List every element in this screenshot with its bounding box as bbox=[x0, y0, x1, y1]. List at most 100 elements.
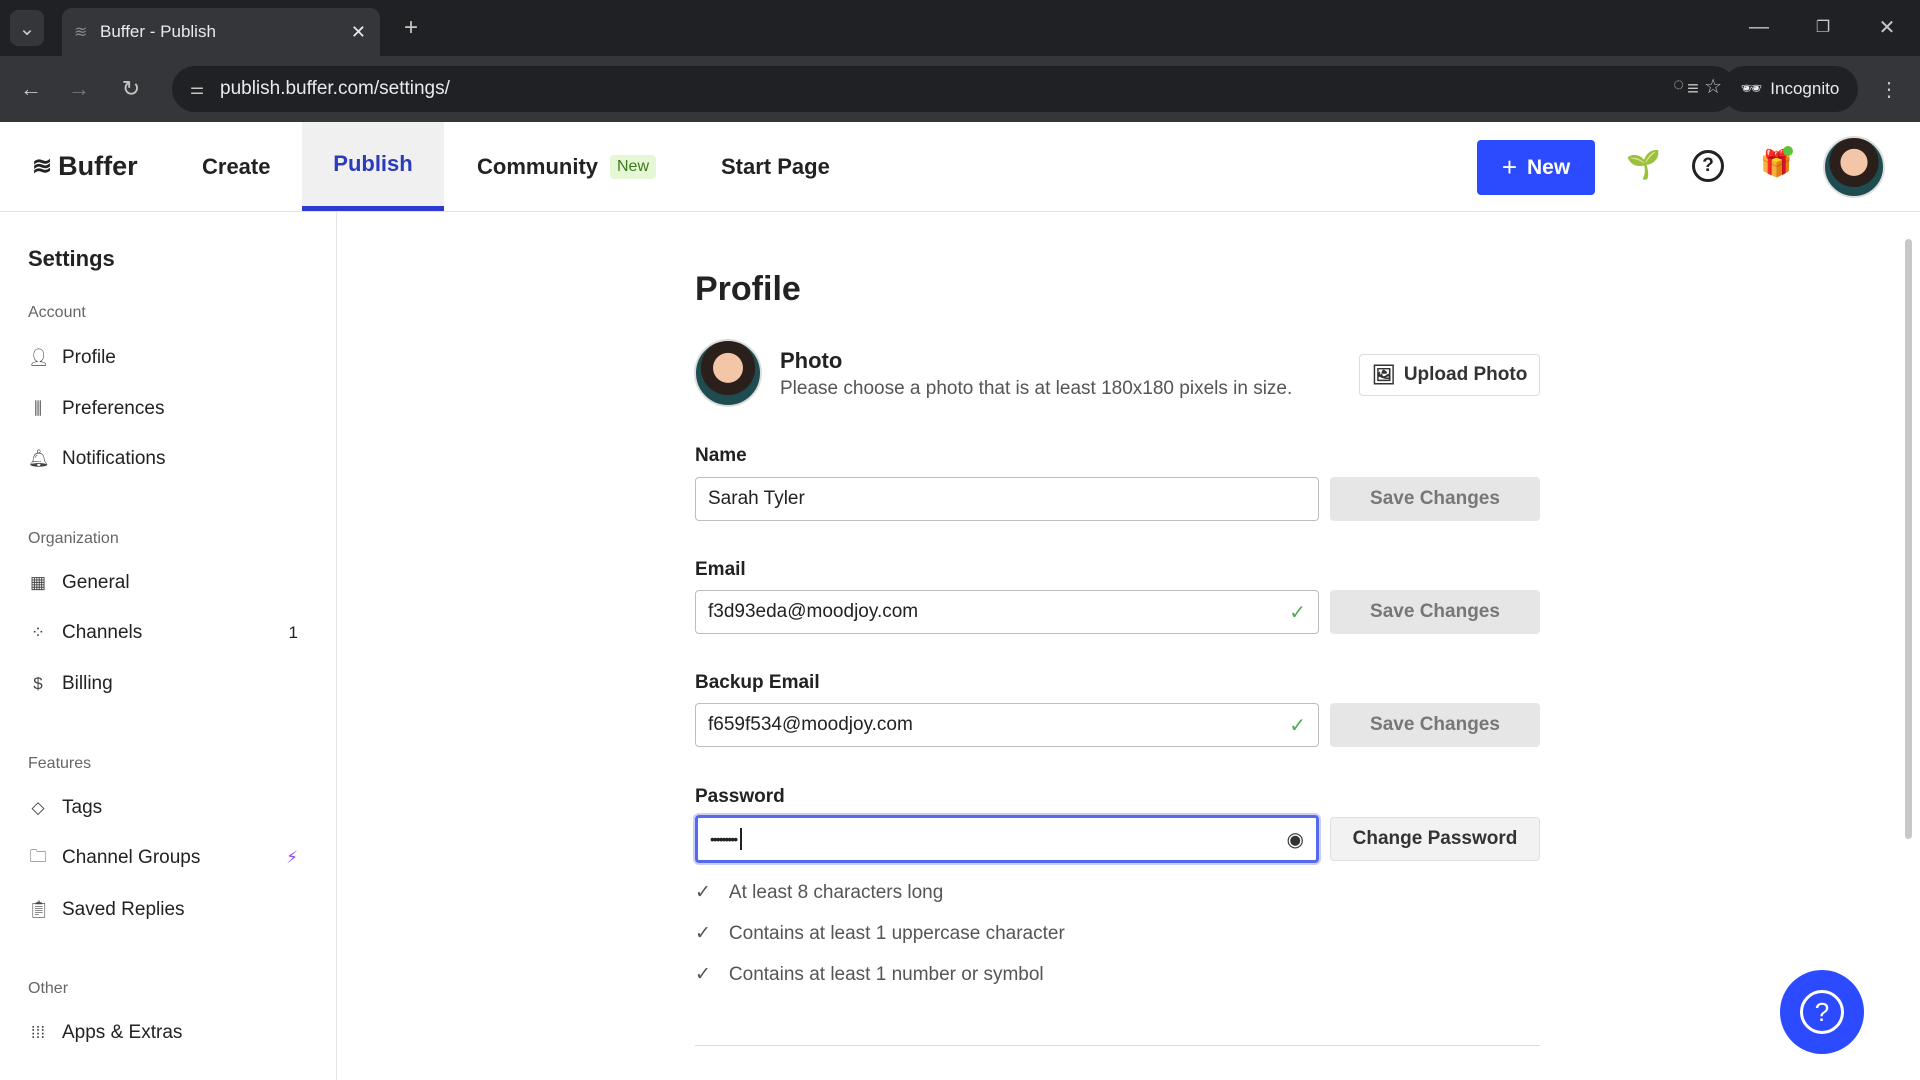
nav-publish[interactable]: Publish bbox=[302, 122, 444, 211]
new-tab-icon[interactable]: + bbox=[396, 12, 426, 44]
new-label: New bbox=[1527, 156, 1570, 180]
user-avatar[interactable] bbox=[1823, 136, 1885, 198]
save-label: Save Changes bbox=[1370, 714, 1500, 736]
password-rule: ✓Contains at least 1 uppercase character bbox=[695, 922, 1065, 945]
sidebar-item-channels[interactable]: ⁘Channels1 bbox=[28, 618, 298, 648]
name-label: Name bbox=[695, 445, 747, 467]
buffer-logo-icon: ≋ bbox=[32, 152, 52, 181]
section-divider bbox=[695, 1045, 1540, 1046]
profile-photo bbox=[694, 339, 762, 407]
new-badge: New bbox=[610, 155, 656, 179]
building-icon: ▦ bbox=[28, 573, 48, 593]
buffer-favicon-icon: ≋ bbox=[74, 22, 87, 42]
url-bar[interactable]: ⚌ publish.buffer.com/settings/ ◌ ☆ bbox=[172, 66, 1736, 112]
save-email-button[interactable]: Save Changes bbox=[1330, 590, 1540, 634]
incognito-icon: 🕶 bbox=[1741, 79, 1763, 99]
upload-label: Upload Photo bbox=[1404, 364, 1527, 386]
change-password-label: Change Password bbox=[1353, 828, 1518, 850]
logo-text: Buffer bbox=[58, 151, 138, 182]
item-label: Notifications bbox=[62, 448, 166, 470]
forward-icon[interactable]: → bbox=[62, 66, 96, 112]
check-icon: ✓ bbox=[695, 881, 711, 904]
change-password-button[interactable]: Change Password bbox=[1330, 817, 1540, 861]
check-icon: ✓ bbox=[695, 963, 711, 986]
sidebar-item-apps-extras[interactable]: ⁞⁞⁞Apps & Extras bbox=[28, 1018, 298, 1048]
dollar-icon: $ bbox=[28, 674, 48, 694]
sidebar-item-saved-replies[interactable]: 📋︎ Saved Replies bbox=[28, 895, 298, 925]
sidebar-item-notifications[interactable]: 🔔︎ Notifications bbox=[28, 444, 298, 474]
password-label: Password bbox=[695, 786, 785, 808]
text-cursor bbox=[740, 828, 742, 850]
incognito-label: Incognito bbox=[1770, 79, 1839, 99]
close-tab-icon[interactable]: ✕ bbox=[351, 22, 366, 43]
browser-tab-strip: ⌄ ≋ Buffer - Publish ✕ + — ❐ ✕ bbox=[0, 0, 1920, 56]
password-input[interactable]: ••••••••• ◉ bbox=[695, 815, 1319, 863]
nav-label: Start Page bbox=[721, 154, 830, 180]
notification-dot bbox=[1783, 146, 1793, 156]
item-label: Channel Groups bbox=[62, 847, 200, 869]
tab-search-icon[interactable]: ⌄ bbox=[10, 10, 44, 46]
close-window-icon[interactable]: ✕ bbox=[1872, 10, 1902, 44]
clipboard-icon: 📋︎ bbox=[28, 900, 48, 920]
nav-label: Community bbox=[477, 154, 598, 180]
backup-email-label: Backup Email bbox=[695, 672, 820, 694]
email-value: f3d93eda@moodjoy.com bbox=[708, 601, 918, 623]
sidebar-item-channel-groups[interactable]: 🗀Channel Groups⚡︎ bbox=[28, 843, 298, 873]
nav-create[interactable]: Create bbox=[202, 122, 270, 211]
browser-tab[interactable]: ≋ Buffer - Publish ✕ bbox=[62, 8, 380, 56]
browser-menu-icon[interactable]: ⋮ bbox=[1874, 72, 1904, 106]
save-label: Save Changes bbox=[1370, 601, 1500, 623]
help-chat-button[interactable]: ? bbox=[1780, 970, 1864, 1054]
save-name-button[interactable]: Save Changes bbox=[1330, 477, 1540, 521]
upload-photo-button[interactable]: 🖼︎ Upload Photo bbox=[1359, 354, 1540, 396]
channels-count: 1 bbox=[289, 623, 298, 643]
question-icon: ? bbox=[1800, 990, 1844, 1034]
check-icon: ✓ bbox=[1289, 600, 1306, 625]
site-info-icon[interactable]: ⚌ bbox=[182, 74, 212, 104]
item-label: Billing bbox=[62, 673, 113, 695]
minimize-icon[interactable]: — bbox=[1744, 10, 1774, 44]
nav-label: Create bbox=[202, 154, 270, 180]
sidebar-item-tags[interactable]: ◇Tags bbox=[28, 793, 298, 823]
nav-start-page[interactable]: Start Page bbox=[721, 122, 830, 211]
sidebar-item-billing[interactable]: $ Billing bbox=[28, 669, 298, 699]
incognito-indicator[interactable]: 🕶 Incognito bbox=[1722, 66, 1858, 112]
item-label: Saved Replies bbox=[62, 899, 185, 921]
section-features: Features bbox=[28, 755, 91, 773]
eye-icon[interactable]: ◉ bbox=[1287, 827, 1304, 852]
sidebar-item-profile[interactable]: 👤︎Profile bbox=[28, 343, 298, 373]
email-label: Email bbox=[695, 559, 746, 581]
restore-icon[interactable]: ❐ bbox=[1808, 10, 1838, 44]
email-input[interactable]: f3d93eda@moodjoy.com ✓ bbox=[695, 590, 1319, 634]
nav-community[interactable]: Community New bbox=[477, 122, 656, 211]
sidebar-item-preferences[interactable]: ⫼Preferences bbox=[28, 394, 298, 424]
media-control-icon[interactable]: ≡ bbox=[1676, 72, 1710, 106]
item-label: Preferences bbox=[62, 398, 164, 420]
url-text: publish.buffer.com/settings/ bbox=[220, 78, 450, 100]
item-label: Profile bbox=[62, 347, 116, 369]
help-icon[interactable]: ? bbox=[1692, 150, 1724, 182]
photo-description: Please choose a photo that is at least 1… bbox=[780, 378, 1292, 400]
new-button[interactable]: +New bbox=[1477, 140, 1595, 195]
back-icon[interactable]: ← bbox=[14, 66, 48, 112]
password-rule: ✓At least 8 characters long bbox=[695, 881, 943, 904]
rule-text: Contains at least 1 uppercase character bbox=[729, 923, 1065, 945]
nav-label: Publish bbox=[333, 151, 412, 177]
image-icon: 🖼︎ bbox=[1372, 363, 1396, 387]
scrollbar[interactable] bbox=[1905, 239, 1912, 839]
item-label: Apps & Extras bbox=[62, 1022, 182, 1044]
reload-icon[interactable]: ↻ bbox=[114, 66, 148, 112]
name-value: Sarah Tyler bbox=[708, 488, 805, 510]
bell-icon: 🔔︎ bbox=[28, 449, 48, 469]
password-value: ••••••••• bbox=[710, 831, 736, 847]
sidebar-item-general[interactable]: ▦ General bbox=[28, 568, 298, 598]
item-label: Tags bbox=[62, 797, 102, 819]
section-account: Account bbox=[28, 304, 86, 322]
buffer-logo[interactable]: ≋Buffer bbox=[32, 122, 138, 211]
plant-icon[interactable]: 🌱 bbox=[1626, 148, 1661, 181]
save-backup-email-button[interactable]: Save Changes bbox=[1330, 703, 1540, 747]
name-input[interactable]: Sarah Tyler bbox=[695, 477, 1319, 521]
item-label: General bbox=[62, 572, 130, 594]
bolt-icon: ⚡︎ bbox=[286, 848, 298, 868]
backup-email-input[interactable]: f659f534@moodjoy.com✓ bbox=[695, 703, 1319, 747]
